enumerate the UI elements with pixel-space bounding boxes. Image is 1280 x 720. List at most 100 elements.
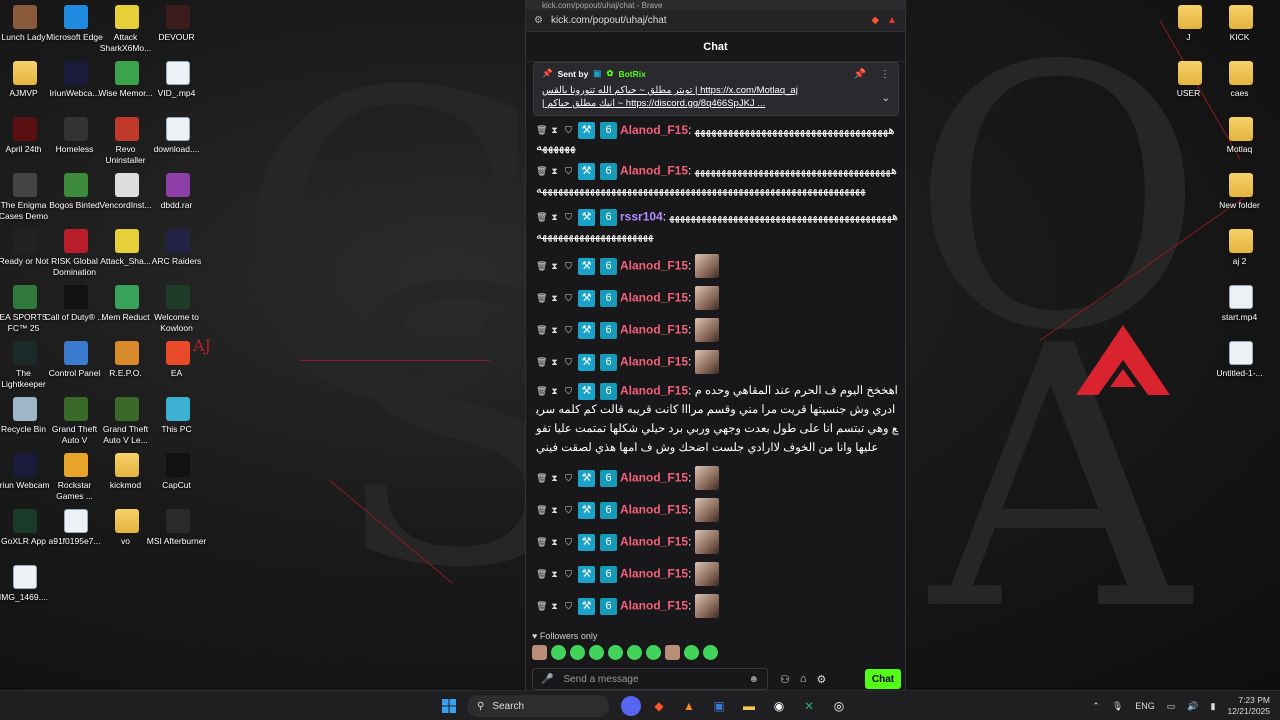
desktop-icon[interactable]: CapCut <box>151 453 205 491</box>
chat-emote[interactable] <box>694 530 719 555</box>
trash-icon[interactable]: 🗑 <box>536 261 547 271</box>
emote-button[interactable] <box>646 645 661 660</box>
microphone-icon[interactable]: 🎤 <box>541 674 553 685</box>
desktop-icon[interactable]: Revo Uninstaller <box>100 117 154 166</box>
ban-shield-icon[interactable]: ⛉ <box>564 357 573 367</box>
ban-shield-icon[interactable]: ⛉ <box>564 166 573 176</box>
emote-button[interactable] <box>551 645 566 660</box>
timeout-hourglass-icon[interactable]: ⧗ <box>550 261 559 271</box>
chat-emote[interactable] <box>694 594 719 619</box>
vs-taskbar-icon[interactable]: ▣ <box>707 694 731 718</box>
emoji-picker-icon[interactable]: ☻ <box>748 674 759 685</box>
volume-icon[interactable]: 🔊 <box>1187 701 1198 712</box>
desktop-icon[interactable]: RISK Global Domination <box>49 229 103 278</box>
timeout-hourglass-icon[interactable]: ⧗ <box>550 212 559 222</box>
pinned-message[interactable]: 📌 Sent by ▣ ✿ BotRix 📌 ⋮ تويتر مطلق ~ حي… <box>533 62 899 116</box>
chat-username[interactable]: Alanod_F15 <box>620 384 688 398</box>
pinned-line-1[interactable]: تويتر مطلق ~ حياكم الله تنورونا بالقس | … <box>542 84 872 97</box>
desktop-icon[interactable]: ARC Raiders <box>151 229 205 267</box>
timeout-hourglass-icon[interactable]: ⧗ <box>550 293 559 303</box>
desktop-icon[interactable]: Grand Theft Auto V Le... <box>100 397 154 446</box>
trash-icon[interactable]: 🗑 <box>536 505 547 515</box>
chat-users-icon[interactable]: ⚇ <box>780 673 790 686</box>
desktop-icon[interactable]: The Lightkeeper <box>0 341 52 390</box>
emote-button[interactable] <box>589 645 604 660</box>
emote-button[interactable] <box>570 645 585 660</box>
excel-taskbar-icon[interactable]: ✕ <box>797 694 821 718</box>
emote-button[interactable] <box>703 645 718 660</box>
ban-shield-icon[interactable]: ⛉ <box>564 505 573 515</box>
chat-username[interactable]: Alanod_F15 <box>620 535 688 549</box>
desktop-icon[interactable]: IMG_1469.... <box>0 565 52 603</box>
desktop-icon[interactable]: Attack SharkX6Mo... <box>100 5 154 54</box>
unpin-icon[interactable]: 📌 <box>854 69 866 80</box>
timeout-hourglass-icon[interactable]: ⧗ <box>550 569 559 579</box>
timeout-hourglass-icon[interactable]: ⧗ <box>550 537 559 547</box>
taskbar-search[interactable]: ⚲ Search <box>467 695 609 717</box>
ban-shield-icon[interactable]: ⛉ <box>564 473 573 483</box>
emote-button[interactable] <box>684 645 699 660</box>
blender-taskbar-icon[interactable]: ▲ <box>677 694 701 718</box>
chat-username[interactable]: Alanod_F15 <box>620 164 688 178</box>
timeout-hourglass-icon[interactable]: ⧗ <box>550 601 559 611</box>
chat-message[interactable]: 🗑 ⧗ ⛉ ⚒ 6 Alanod_F15: <box>536 282 899 314</box>
gift-icon[interactable]: ⌂ <box>800 673 807 686</box>
brave-rewards-icon[interactable]: ▲ <box>887 15 897 26</box>
chat-message[interactable]: 🗑⧗⛉⚒6Alanod_F15: الا <box>536 622 899 626</box>
chat-emote[interactable] <box>694 318 719 343</box>
ban-shield-icon[interactable]: ⛉ <box>564 212 573 222</box>
trash-icon[interactable]: 🗑 <box>536 537 547 547</box>
desktop-icon[interactable]: DEVOUR <box>151 5 205 43</box>
chat-username[interactable]: Alanod_F15 <box>620 599 688 613</box>
timeout-hourglass-icon[interactable]: ⧗ <box>550 386 559 396</box>
emote-button[interactable] <box>532 645 547 660</box>
send-chat-button[interactable]: Chat <box>865 669 901 689</box>
chat-username[interactable]: Alanod_F15 <box>620 355 688 369</box>
timeout-hourglass-icon[interactable]: ⧗ <box>550 357 559 367</box>
desktop-icon[interactable]: aj 2 <box>1214 229 1268 267</box>
desktop-icon[interactable]: EA <box>151 341 205 379</box>
emote-button[interactable] <box>608 645 623 660</box>
chat-emote[interactable] <box>694 562 719 587</box>
site-settings-icon[interactable]: ⚙ <box>534 15 543 26</box>
microphone-tray-icon[interactable]: 🎙 <box>1112 701 1123 712</box>
ban-shield-icon[interactable]: ⛉ <box>564 569 573 579</box>
trash-icon[interactable]: 🗑 <box>536 473 547 483</box>
timeout-hourglass-icon[interactable]: ⧗ <box>550 325 559 335</box>
trash-icon[interactable]: 🗑 <box>536 325 547 335</box>
desktop-icon[interactable]: New folder <box>1214 173 1268 211</box>
desktop-icon[interactable]: download.... <box>151 117 205 155</box>
obs-taskbar-icon[interactable]: ◎ <box>827 694 851 718</box>
expand-chevron-icon[interactable]: ⌄ <box>882 93 890 104</box>
window-titlebar[interactable]: kick.com/popout/uhaj/chat - Brave <box>526 0 905 10</box>
chat-username[interactable]: Alanod_F15 <box>620 291 688 305</box>
timeout-hourglass-icon[interactable]: ⧗ <box>550 505 559 515</box>
language-indicator[interactable]: ENG <box>1135 701 1155 711</box>
chat-username[interactable]: rssr104 <box>620 210 663 224</box>
ban-shield-icon[interactable]: ⛉ <box>564 126 573 135</box>
trash-icon[interactable]: 🗑 <box>536 166 547 176</box>
chat-username[interactable]: Alanod_F15 <box>620 471 688 485</box>
ban-shield-icon[interactable]: ⛉ <box>564 537 573 547</box>
trash-icon[interactable]: 🗑 <box>536 357 547 367</box>
timeout-hourglass-icon[interactable]: ⧗ <box>550 166 559 176</box>
desktop-icon[interactable]: Welcome to Kowloon <box>151 285 205 334</box>
emote-button[interactable] <box>627 645 642 660</box>
chat-emote[interactable] <box>694 350 719 375</box>
chat-message[interactable]: 🗑 ⧗ ⛉ ⚒ 6 Alanod_F15: ههههههههههههههههههههههه… <box>536 118 899 158</box>
clock[interactable]: 7:23 PM 12/21/2025 <box>1227 695 1270 717</box>
trash-icon[interactable]: 🗑 <box>536 569 547 579</box>
chat-message[interactable]: 🗑 ⧗ ⛉ ⚒ 6 Alanod_F15: <box>536 558 899 590</box>
brave-shields-icon[interactable]: ◆ <box>871 15 879 26</box>
emote-button[interactable] <box>665 645 680 660</box>
chat-username[interactable]: Alanod_F15 <box>620 503 688 517</box>
desktop-icon[interactable]: Motlaq <box>1214 117 1268 155</box>
brave-taskbar-icon[interactable]: ◆ <box>647 694 671 718</box>
chat-emote[interactable] <box>694 254 719 279</box>
chat-username[interactable]: Alanod_F15 <box>620 567 688 581</box>
show-hidden-icons-chevron-icon[interactable]: ⌃ <box>1092 701 1100 712</box>
ban-shield-icon[interactable]: ⛉ <box>564 601 573 611</box>
timeout-hourglass-icon[interactable]: ⧗ <box>550 126 559 135</box>
desktop-icon[interactable]: start.mp4 <box>1214 285 1268 323</box>
chat-message[interactable]: 🗑 ⧗ ⛉ ⚒ 6 Alanod_F15: <box>536 494 899 526</box>
